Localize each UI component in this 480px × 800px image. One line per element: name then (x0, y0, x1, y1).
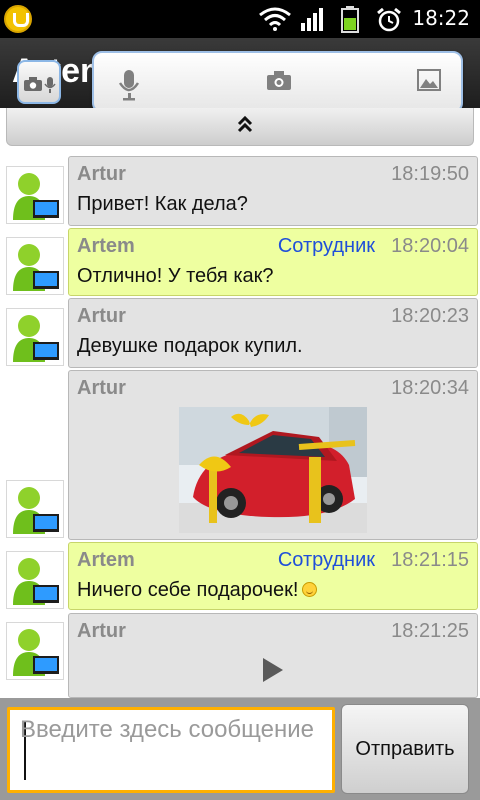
status-clock: 18:22 (412, 6, 470, 30)
avatar (6, 308, 64, 366)
chat-screen: 18:22 Artem Artur 18:19:50 Привет! Как д… (0, 0, 480, 800)
message-text-row: Ничего себе подарочек! (77, 579, 318, 602)
alarm-icon (377, 7, 401, 32)
attach-button[interactable] (17, 60, 61, 104)
attachment-popup (92, 51, 463, 113)
battery-icon (341, 6, 359, 33)
message-text: Привет! Как дела? (77, 193, 248, 215)
signal-icon (301, 8, 323, 31)
message-time: 18:21:15 (391, 549, 469, 571)
message-role: Сотрудник (277, 549, 375, 571)
avatar (6, 551, 64, 609)
user-avatar-icon (13, 173, 59, 220)
message-sender: Artur (77, 377, 126, 399)
message-sender: Artem (77, 549, 135, 571)
message-text: Ничего себе подарочек! (77, 579, 299, 601)
user-avatar-icon (13, 487, 59, 534)
play-icon[interactable] (263, 658, 283, 682)
photo-attachment[interactable] (179, 407, 367, 533)
message-time: 18:20:04 (391, 235, 469, 257)
smiley-icon (302, 582, 318, 597)
message-text: Девушке подарок купил. (77, 335, 303, 357)
camera-icon[interactable] (266, 69, 292, 91)
avatar (6, 480, 64, 538)
double-chevron-up-icon (237, 115, 253, 133)
message-time: 18:19:50 (391, 163, 469, 185)
message-bubble[interactable]: Artur 18:21:25 (68, 613, 478, 698)
status-bar: 18:22 (0, 0, 480, 38)
message-bubble[interactable]: Artur 18:19:50 Привет! Как дела? (68, 156, 478, 226)
message-sender: Artur (77, 305, 126, 327)
camera-icon (24, 77, 42, 91)
user-avatar-icon (13, 244, 59, 291)
message-time: 18:20:34 (391, 377, 469, 399)
message-bubble[interactable]: Artem Сотрудник 18:20:04 Отлично! У тебя… (68, 228, 478, 296)
microphone-icon[interactable] (118, 69, 140, 101)
user-avatar-icon (13, 315, 59, 362)
message-input[interactable] (20, 716, 320, 786)
message-composer: Отправить (0, 698, 480, 800)
app-logo-icon (4, 5, 32, 33)
user-avatar-icon (13, 629, 59, 676)
avatar (6, 237, 64, 295)
microphone-icon (44, 77, 56, 93)
wifi-icon (259, 7, 291, 31)
collapse-bar[interactable] (6, 108, 474, 146)
message-text: Отлично! У тебя как? (77, 265, 274, 287)
send-button[interactable]: Отправить (341, 704, 469, 794)
message-sender: Artem (77, 235, 135, 257)
avatar (6, 166, 64, 224)
message-bubble[interactable]: Artem Сотрудник 18:21:15 Ничего себе под… (68, 542, 478, 610)
avatar (6, 622, 64, 680)
message-input-wrapper (7, 707, 335, 793)
message-bubble[interactable]: Artur 18:20:23 Девушке подарок купил. (68, 298, 478, 368)
user-avatar-icon (13, 558, 59, 605)
message-bubble[interactable]: Artur 18:20:34 (68, 370, 478, 540)
message-time: 18:21:25 (391, 620, 469, 642)
message-sender: Artur (77, 620, 126, 642)
gallery-icon[interactable] (417, 69, 441, 91)
message-role: Сотрудник (277, 235, 375, 257)
message-sender: Artur (77, 163, 126, 185)
message-time: 18:20:23 (391, 305, 469, 327)
